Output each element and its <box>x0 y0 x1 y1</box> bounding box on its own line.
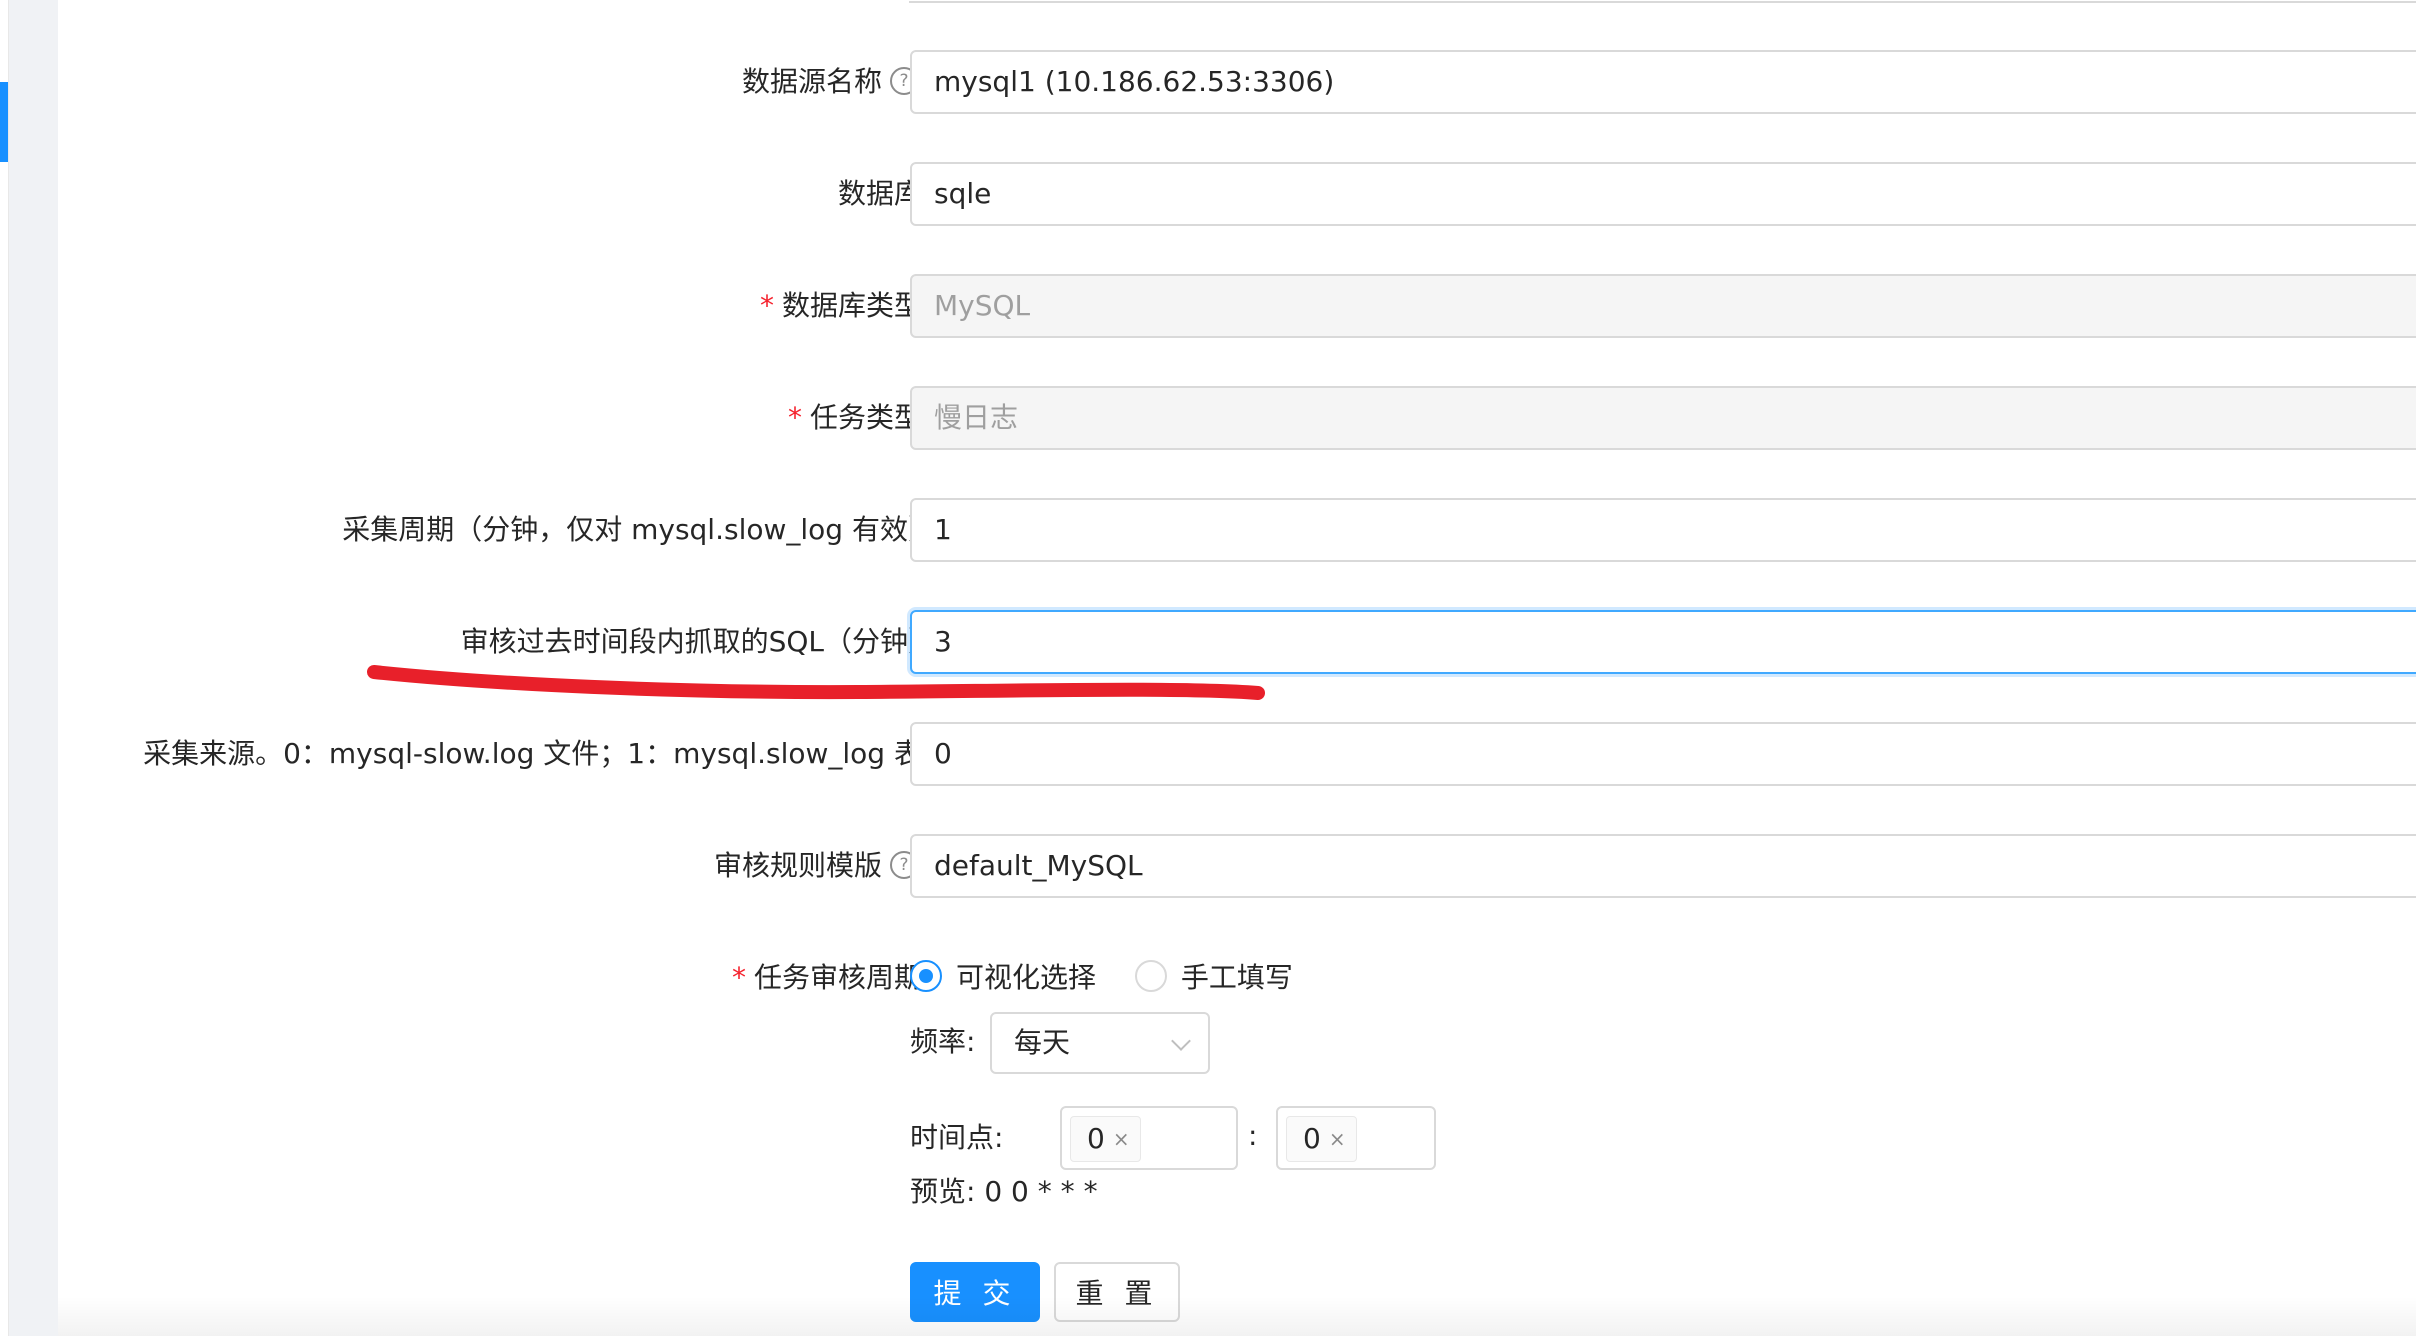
form-item-db-type: *数据库类型： MySQL <box>58 274 2416 338</box>
audit-window-label: 审核过去时间段内抓取的SQL（分钟）： <box>460 625 952 658</box>
minute-select[interactable]: 0 × <box>1276 1106 1436 1170</box>
cron-preview: 预览: 0 0 * * * <box>910 1175 1098 1208</box>
form-item-database: 数据库： sqle <box>58 162 2416 226</box>
form-item-collect-source: 采集来源。0：mysql-slow.log 文件；1：mysql.slow_lo… <box>58 722 2416 786</box>
form-item-task-type: *任务类型： 慢日志 <box>58 386 2416 450</box>
radio-manual-input[interactable]: 手工填写 <box>1134 946 1293 1010</box>
required-mark: * <box>759 289 774 322</box>
previous-field-edge <box>909 0 2416 3</box>
required-mark: * <box>787 401 802 434</box>
time-point-label: 时间点: <box>910 1121 1004 1154</box>
form-item-rule-template: 审核规则模版?： default_MySQL <box>58 834 2416 898</box>
collect-period-label: 采集周期（分钟，仅对 mysql.slow_log 有效）： <box>342 513 952 546</box>
audit-cycle-radio-group: 可视化选择 手工填写 <box>910 946 1323 1010</box>
chevron-down-icon <box>1171 1031 1191 1051</box>
frequency-label: 频率: <box>910 1025 976 1058</box>
rule-template-input[interactable]: default_MySQL <box>910 834 2416 898</box>
radio-unchecked-icon[interactable] <box>1134 960 1167 992</box>
frequency-select[interactable]: 每天 <box>990 1012 1210 1074</box>
radio-checked-icon[interactable] <box>910 960 942 992</box>
database-input[interactable]: sqle <box>910 162 2416 226</box>
minute-tag: 0 × <box>1286 1116 1357 1162</box>
hour-tag: 0 × <box>1070 1116 1141 1162</box>
submit-button[interactable]: 提 交 <box>910 1262 1040 1322</box>
sidebar-active-indicator <box>0 82 8 162</box>
datasource-input[interactable]: mysql1 (10.186.62.53:3306) <box>910 50 2416 114</box>
task-type-input: 慢日志 <box>910 386 2416 450</box>
form-item-audit-cycle: *任务审核周期： 可视化选择 手工填写 <box>58 946 2416 1010</box>
close-icon[interactable]: × <box>1113 1127 1130 1151</box>
required-mark: * <box>731 961 746 994</box>
db-type-input: MySQL <box>910 274 2416 338</box>
collect-period-input[interactable]: 1 <box>910 498 2416 562</box>
reset-button[interactable]: 重 置 <box>1054 1262 1180 1322</box>
task-form-panel: 数据源名称?： mysql1 (10.186.62.53:3306) 数据库： … <box>58 0 2416 1336</box>
sidebar-edge <box>0 0 9 1336</box>
time-separator: : <box>1248 1119 1258 1152</box>
bottom-shadow <box>58 1296 2416 1336</box>
hour-select[interactable]: 0 × <box>1060 1106 1238 1170</box>
collect-source-input[interactable]: 0 <box>910 722 2416 786</box>
form-item-collect-period: 采集周期（分钟，仅对 mysql.slow_log 有效）： 1 <box>58 498 2416 562</box>
collect-source-label: 采集来源。0：mysql-slow.log 文件；1：mysql.slow_lo… <box>143 737 952 770</box>
form-item-audit-window: 审核过去时间段内抓取的SQL（分钟）： 3 <box>58 610 2416 674</box>
audit-window-input[interactable]: 3 <box>910 610 2416 674</box>
radio-visual-select[interactable]: 可视化选择 <box>910 946 1096 1010</box>
form-item-datasource: 数据源名称?： mysql1 (10.186.62.53:3306) <box>58 50 2416 114</box>
close-icon[interactable]: × <box>1329 1127 1346 1151</box>
